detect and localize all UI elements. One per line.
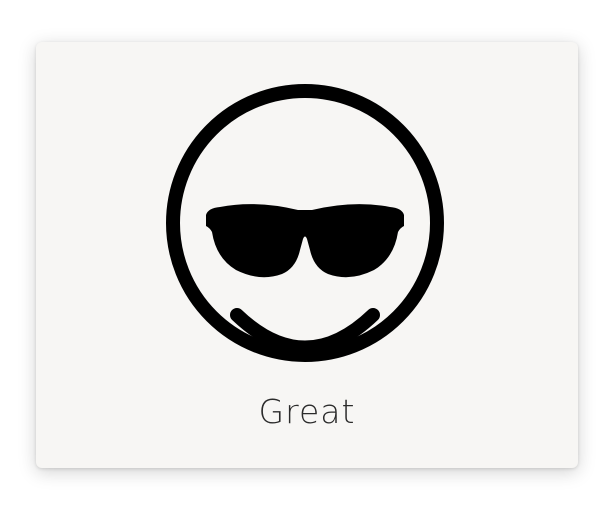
option-label: Great [258, 392, 356, 431]
mood-option-card-great[interactable]: Great [36, 42, 578, 468]
sunglasses-smiley-icon [164, 82, 446, 364]
